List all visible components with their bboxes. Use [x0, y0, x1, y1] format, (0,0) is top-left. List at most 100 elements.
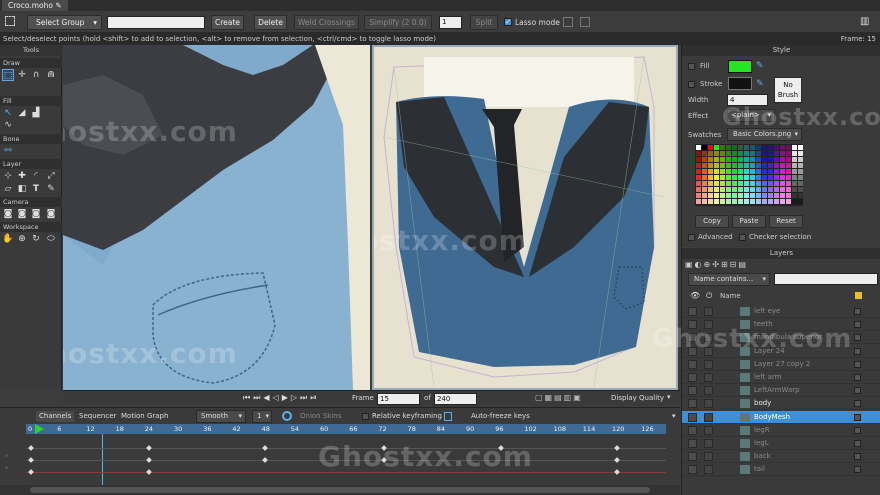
palette-swatch[interactable]	[798, 157, 803, 162]
palette-swatch[interactable]	[732, 181, 737, 186]
palette-swatch[interactable]	[708, 145, 713, 150]
layer-lock-toggle[interactable]	[704, 320, 713, 330]
palette-swatch[interactable]	[768, 175, 773, 180]
palette-swatch[interactable]	[774, 169, 779, 174]
palette-swatch[interactable]	[762, 163, 767, 168]
palette-swatch[interactable]	[726, 169, 731, 174]
set-origin-tool-icon[interactable]: ⊹	[2, 170, 14, 182]
effect-dropdown[interactable]: <plain> ▾	[727, 109, 775, 122]
layer-row[interactable]: tail	[682, 463, 880, 477]
palette-swatch[interactable]	[708, 187, 713, 192]
lasso-shape-icon[interactable]	[580, 17, 590, 27]
palette-swatch[interactable]	[756, 157, 761, 162]
palette-swatch[interactable]	[696, 175, 701, 180]
palette-swatch[interactable]	[762, 187, 767, 192]
palette-swatch[interactable]	[708, 175, 713, 180]
palette-swatch[interactable]	[726, 163, 731, 168]
palette-swatch[interactable]	[756, 199, 761, 204]
palette-swatch[interactable]	[798, 193, 803, 198]
palette-swatch[interactable]	[738, 157, 743, 162]
layer-lock-toggle[interactable]	[704, 333, 713, 343]
palette-swatch[interactable]	[720, 199, 725, 204]
checker-selection-checkbox[interactable]	[739, 234, 746, 241]
palette-swatch[interactable]	[780, 151, 785, 156]
palette-swatch[interactable]	[792, 145, 797, 150]
palette-swatch[interactable]	[762, 157, 767, 162]
palette-swatch[interactable]	[696, 169, 701, 174]
layer-row[interactable]: BodyMesh	[682, 410, 880, 424]
palette-swatch[interactable]	[702, 151, 707, 156]
layer-color-checkbox[interactable]	[854, 360, 861, 368]
create-shape-tool-icon[interactable]: ◢	[16, 107, 28, 119]
palette-swatch[interactable]	[750, 163, 755, 168]
palette-swatch[interactable]	[762, 151, 767, 156]
palette-swatch[interactable]	[738, 199, 743, 204]
chevron-down-icon[interactable]: ▾	[672, 412, 676, 420]
advanced-checkbox[interactable]	[688, 234, 695, 241]
palette-swatch[interactable]	[726, 175, 731, 180]
palette-swatch[interactable]	[696, 181, 701, 186]
chevron-down-icon[interactable]: ▾	[667, 393, 671, 401]
layer-visibility-toggle[interactable]	[688, 386, 697, 396]
layer-visibility-toggle[interactable]	[688, 373, 697, 382]
main-canvas-viewport[interactable]: Ghostxx.com	[372, 45, 678, 390]
translate-points-tool-icon[interactable]: ✛	[16, 69, 28, 81]
palette-swatch[interactable]	[714, 199, 719, 204]
layer-row[interactable]: LeftArmWarp	[682, 384, 880, 398]
palette-swatch[interactable]	[768, 181, 773, 186]
bone-tool-icon[interactable]: ⚯	[2, 145, 14, 157]
fill-color-swatch[interactable]	[728, 60, 752, 73]
palette-swatch[interactable]	[792, 151, 797, 156]
palette-swatch[interactable]	[756, 193, 761, 198]
palette-swatch[interactable]	[756, 163, 761, 168]
layer-lock-toggle[interactable]	[704, 373, 713, 382]
palette-swatch[interactable]	[738, 193, 743, 198]
onion-skins-icon[interactable]	[282, 411, 292, 421]
select-shape-tool-icon[interactable]: ↖	[2, 107, 14, 119]
layer-color-checkbox[interactable]	[854, 308, 861, 315]
eyedropper-tool-icon[interactable]: ✎	[45, 183, 57, 195]
palette-swatch[interactable]	[774, 157, 779, 162]
palette-swatch[interactable]	[798, 163, 803, 168]
palette-swatch[interactable]	[744, 163, 749, 168]
layer-visibility-toggle[interactable]	[688, 452, 697, 462]
layer-color-checkbox[interactable]	[854, 347, 861, 355]
palette-swatch[interactable]	[762, 181, 767, 186]
palette-swatch[interactable]	[726, 187, 731, 192]
relative-keyframing-checkbox[interactable]	[362, 413, 369, 420]
layer-lock-toggle[interactable]	[704, 399, 713, 409]
layer-visibility-toggle[interactable]	[688, 333, 697, 343]
palette-swatch[interactable]	[792, 181, 797, 186]
palette-swatch[interactable]	[720, 151, 725, 156]
palette-swatch[interactable]	[792, 169, 797, 174]
palette-swatch[interactable]	[738, 169, 743, 174]
paint-bucket-tool-icon[interactable]: ▟	[30, 107, 42, 119]
palette-swatch[interactable]	[792, 163, 797, 168]
palette-swatch[interactable]	[762, 199, 767, 204]
palette-swatch[interactable]	[714, 169, 719, 174]
layer-lock-toggle[interactable]	[704, 452, 713, 462]
palette-swatch[interactable]	[732, 199, 737, 204]
lasso-mode-checkbox[interactable]: ✓	[504, 18, 512, 26]
palette-swatch[interactable]	[786, 169, 791, 174]
delete-button[interactable]: Delete	[254, 15, 287, 30]
palette-swatch[interactable]	[696, 199, 701, 204]
onion-skins-label[interactable]: Onion Skins	[300, 411, 341, 422]
select-points-tool-icon[interactable]: ⬚	[2, 69, 14, 81]
stroke-checkbox[interactable]	[688, 81, 695, 88]
palette-swatch[interactable]	[750, 181, 755, 186]
layer-filter-dropdown[interactable]: Name contains... ▾	[688, 273, 770, 286]
palette-swatch[interactable]	[738, 145, 743, 150]
palette-swatch[interactable]	[780, 199, 785, 204]
palette-swatch[interactable]	[786, 145, 791, 150]
palette-swatch[interactable]	[756, 175, 761, 180]
palette-swatch[interactable]	[732, 157, 737, 162]
palette-swatch[interactable]	[732, 145, 737, 150]
palette-swatch[interactable]	[756, 187, 761, 192]
palette-swatch[interactable]	[738, 181, 743, 186]
layer-filter-input[interactable]	[774, 273, 878, 285]
palette-swatch[interactable]	[744, 181, 749, 186]
palette-swatch[interactable]	[768, 163, 773, 168]
palette-swatch[interactable]	[786, 181, 791, 186]
palette-swatch[interactable]	[792, 199, 797, 204]
